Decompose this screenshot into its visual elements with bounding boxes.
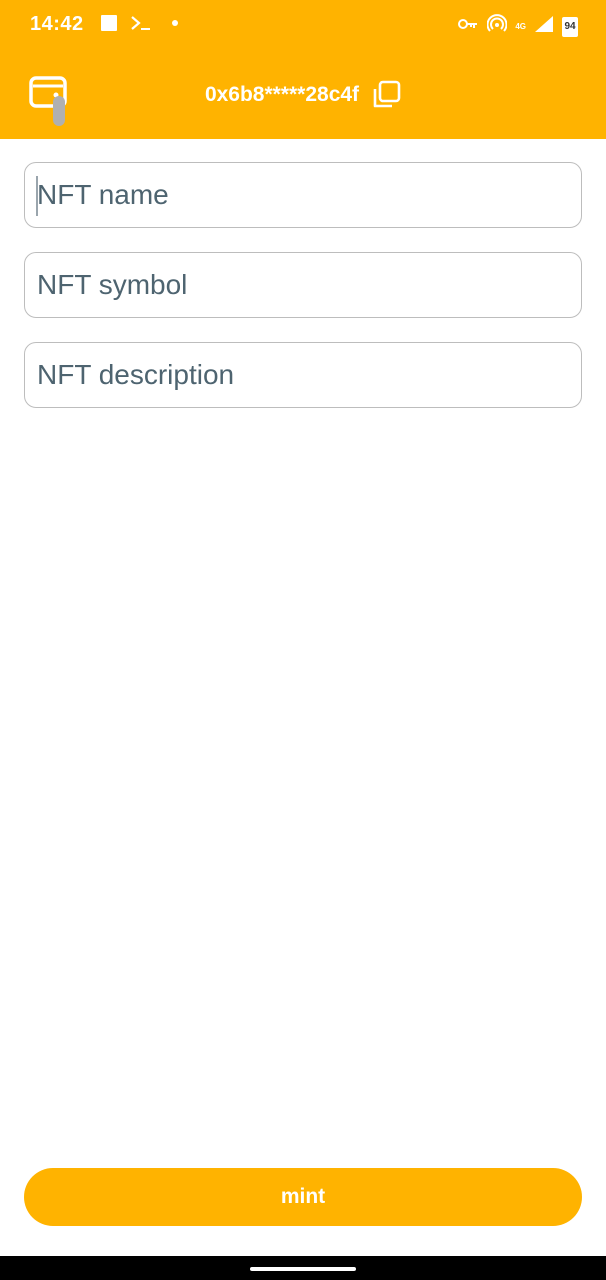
vpn-key-icon [457, 16, 479, 37]
copy-address-button[interactable] [371, 80, 401, 110]
address-group: 0x6b8*****28c4f [0, 80, 606, 110]
signal-icon [534, 15, 554, 38]
nft-symbol-field[interactable] [24, 252, 582, 318]
app-bar: 0x6b8*****28c4f [0, 52, 606, 139]
nft-name-field[interactable] [24, 162, 582, 228]
battery-icon: 94 [562, 16, 578, 37]
battery-level: 94 [564, 21, 576, 32]
stop-square-icon [100, 14, 118, 37]
nft-symbol-input[interactable] [25, 253, 581, 317]
dot-icon [164, 14, 186, 37]
network-label: 4G [515, 22, 526, 31]
status-bar: 14:42 4G 94 [0, 0, 606, 52]
wallet-address: 0x6b8*****28c4f [204, 83, 360, 106]
hotspot-icon [486, 14, 508, 39]
wallet-icon [28, 76, 72, 134]
status-right-icons: 4G 94 [457, 14, 578, 39]
status-left-icons [100, 14, 186, 37]
copy-icon [371, 80, 401, 114]
mint-button[interactable]: mint [24, 1168, 582, 1226]
home-indicator[interactable] [250, 1267, 356, 1271]
nft-description-field[interactable] [24, 342, 582, 408]
terminal-icon [130, 14, 152, 37]
nft-name-input[interactable] [25, 163, 581, 227]
screen: 14:42 4G 94 0x6b8*****28c4f NFT name NFT… [0, 0, 606, 1280]
navigation-bar [0, 1256, 606, 1280]
status-time: 14:42 [30, 13, 84, 35]
text-cursor [36, 176, 38, 216]
nft-description-input[interactable] [25, 343, 581, 407]
